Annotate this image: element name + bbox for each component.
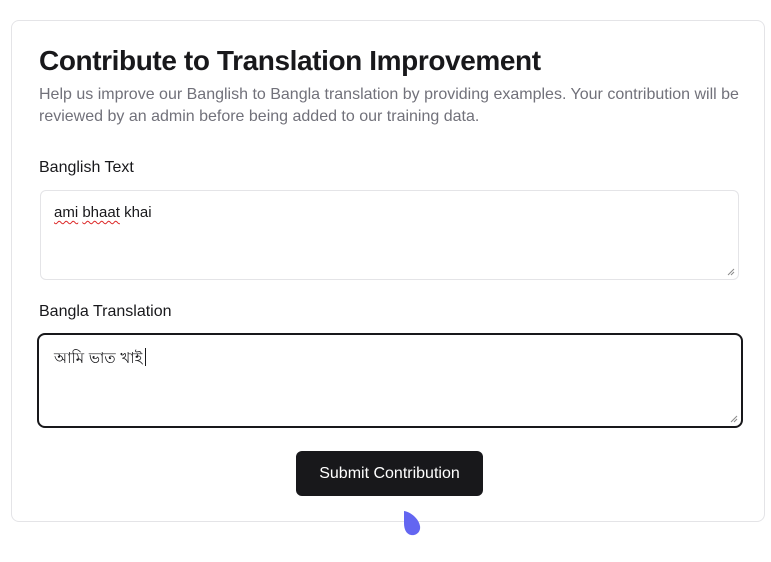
resize-grip-icon[interactable] [730,415,738,423]
bangla-translation-label: Bangla Translation [39,303,172,320]
banglish-text-field[interactable]: ami bhaat khai [40,190,739,280]
contribution-card: Contribute to Translation Improvement He… [11,20,765,522]
banglish-word-1: ami [54,204,79,221]
banglish-word-2: bhaat [82,204,120,221]
bangla-translation-field[interactable]: আমি ভাত খাই [37,333,743,428]
text-caret [145,348,147,366]
bangla-translation-value: আমি ভাত খাই [54,349,143,367]
banglish-word-3: khai [124,204,152,221]
submit-contribution-button[interactable]: Submit Contribution [296,451,483,496]
form-description: Help us improve our Banglish to Bangla t… [39,86,739,125]
resize-grip-icon[interactable] [727,268,735,276]
banglish-text-label: Banglish Text [39,159,134,176]
page-title: Contribute to Translation Improvement [39,45,541,76]
mouse-pointer-icon [404,511,421,536]
